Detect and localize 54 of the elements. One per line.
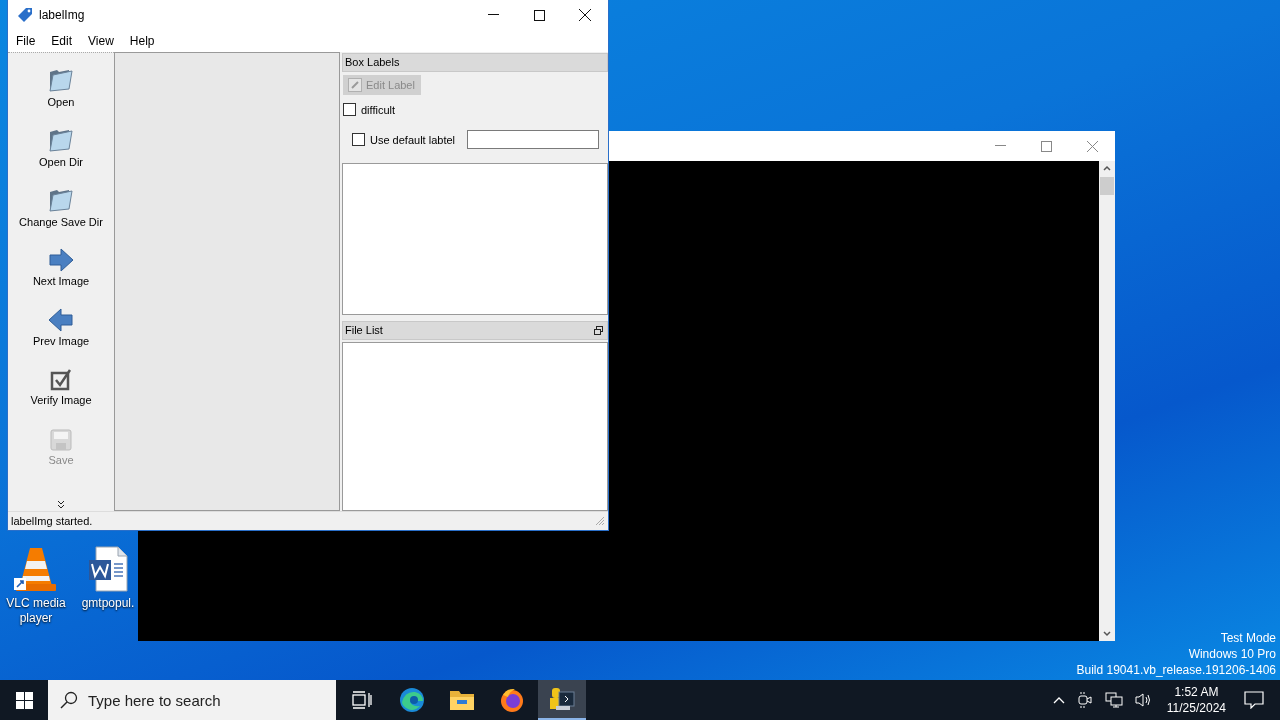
windows-logo-icon[interactable] — [15, 691, 33, 709]
expand-chevron-icon[interactable] — [57, 500, 65, 509]
taskbar-app-button[interactable] — [538, 680, 586, 720]
window-title: labelImg — [39, 8, 85, 22]
minimize-icon[interactable] — [487, 14, 499, 16]
resize-grip-icon[interactable] — [595, 516, 605, 526]
search-icon — [60, 691, 78, 709]
checkbox[interactable] — [352, 133, 365, 146]
toolbar-button[interactable]: Change Save Dir — [9, 177, 113, 237]
left-arrow-icon[interactable] — [48, 307, 74, 332]
menu-item[interactable]: File — [10, 32, 42, 50]
traffic-cone-icon[interactable] — [14, 546, 58, 592]
toolbar-button[interactable]: Open Dir — [9, 117, 113, 177]
status-text: labelImg started. — [11, 515, 93, 527]
task-view-icon[interactable] — [352, 691, 372, 709]
toolbar-button[interactable]: Prev Image — [9, 297, 113, 357]
camera-icon[interactable] — [1076, 692, 1093, 708]
dock-title: File List — [345, 323, 383, 338]
checkbox-label[interactable]: Use default labtel — [370, 133, 455, 146]
dock-title: Box Labels — [342, 53, 608, 72]
float-icon[interactable] — [594, 326, 603, 335]
label-list[interactable] — [342, 163, 608, 315]
menu-item[interactable]: Edit — [45, 32, 79, 50]
search-field[interactable]: Type here to search — [48, 680, 336, 720]
chevron-up-icon[interactable] — [1052, 696, 1065, 704]
desktop-icon-label[interactable]: VLC media player — [0, 596, 72, 626]
word-document-icon[interactable] — [88, 546, 128, 592]
browser-icon[interactable] — [399, 687, 425, 713]
menu-item[interactable]: View — [82, 32, 120, 50]
clock[interactable]: 1:52 AM 11/25/2024 — [1166, 684, 1226, 716]
app-icon[interactable] — [548, 686, 576, 712]
menu-item[interactable]: Help — [123, 32, 161, 50]
notification-icon[interactable] — [1244, 691, 1264, 709]
close-icon[interactable] — [579, 9, 591, 21]
os-notice-text: Test Mode — [1220, 630, 1276, 646]
checkbox[interactable] — [343, 103, 356, 116]
scrollbar[interactable] — [1099, 161, 1115, 641]
toolbar-button[interactable]: Open — [9, 57, 113, 117]
network-icon[interactable] — [1104, 692, 1123, 708]
os-notice-text: Windows 10 Pro — [1188, 646, 1276, 662]
toolbar-button[interactable]: Verify Image — [9, 357, 113, 417]
browser-icon[interactable] — [499, 687, 525, 713]
desktop-icon-label[interactable]: gmtpopul. — [81, 596, 135, 611]
tag-icon — [17, 7, 33, 23]
right-arrow-icon[interactable] — [48, 247, 74, 272]
default-label-field[interactable] — [467, 130, 599, 149]
os-notice-text: Build 19041.vb_release.191206-1406 — [1076, 662, 1276, 678]
scrollbar-thumb[interactable] — [1100, 177, 1114, 195]
checkbox-label[interactable]: difficult — [361, 103, 396, 116]
maximize-icon[interactable] — [533, 9, 545, 21]
toolbar-button[interactable]: Next Image — [9, 237, 113, 297]
folder-icon[interactable] — [449, 688, 475, 712]
volume-icon[interactable] — [1134, 692, 1153, 708]
checkmark-box-icon[interactable] — [50, 368, 72, 391]
